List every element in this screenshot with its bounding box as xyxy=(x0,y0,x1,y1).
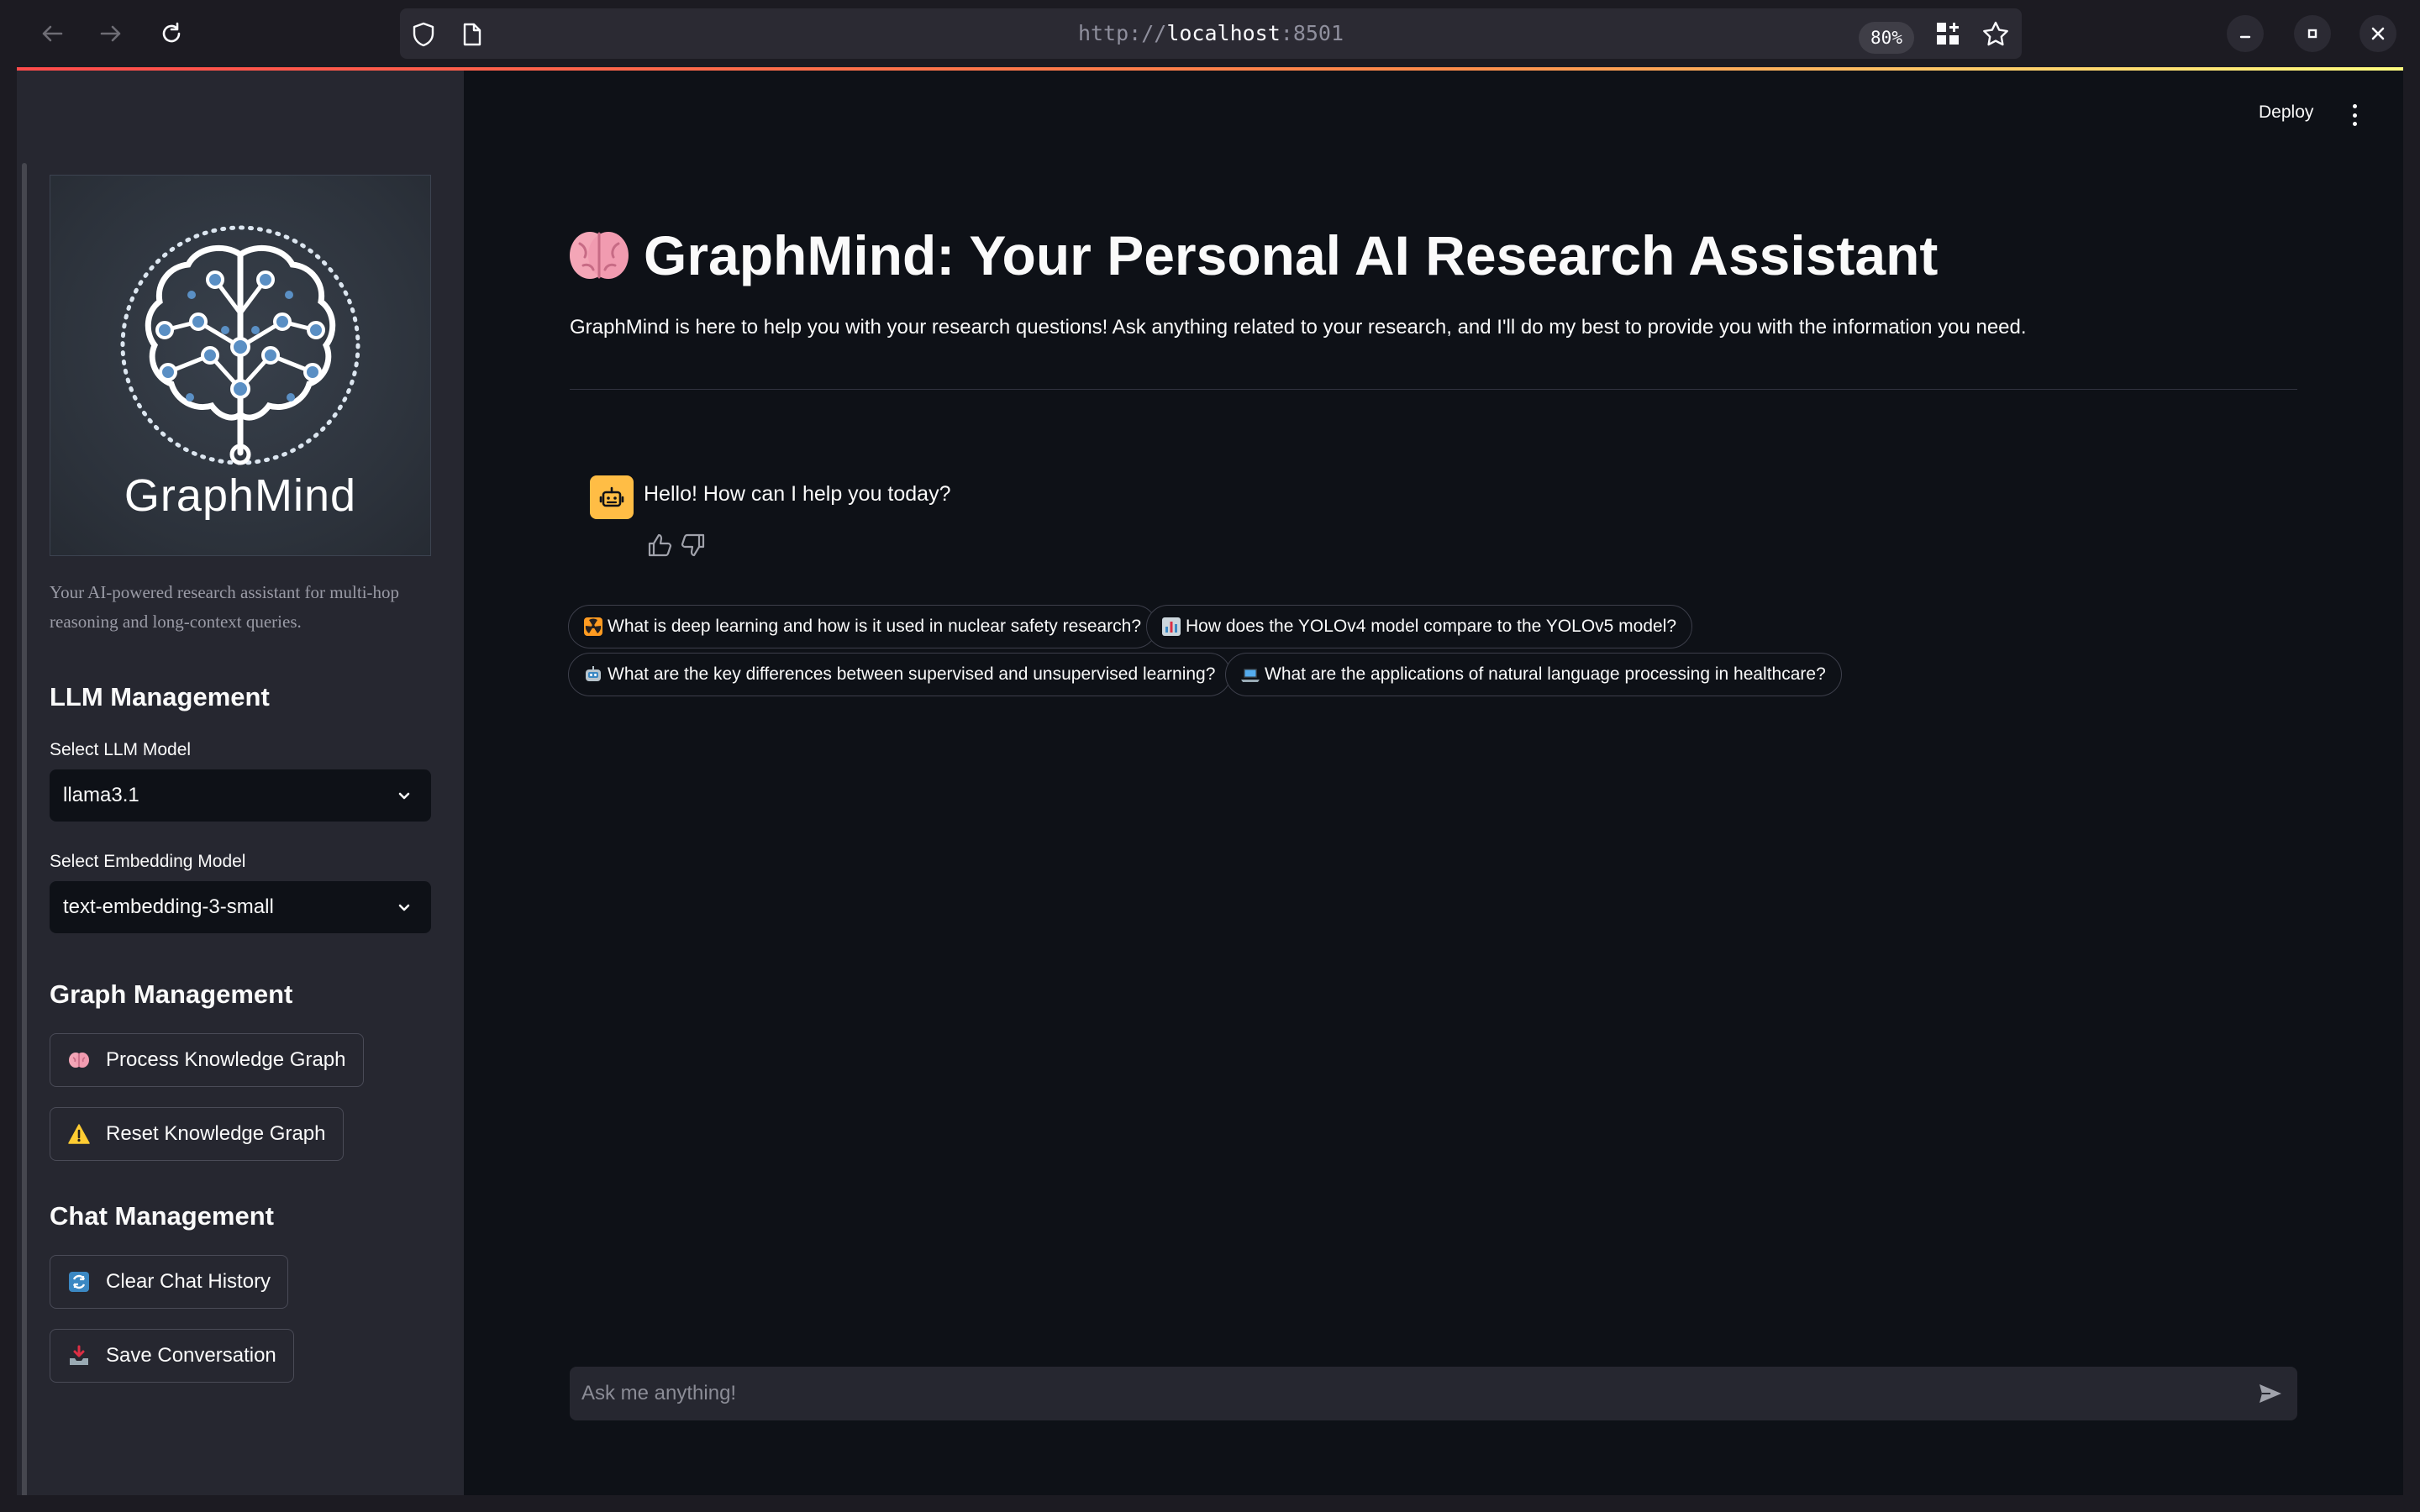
sidebar-scrollbar[interactable] xyxy=(22,163,27,1495)
suggestion-chip[interactable]: What is deep learning and how is it used… xyxy=(568,605,1158,648)
arrow-right-icon xyxy=(100,25,121,42)
bookmark-star-icon[interactable] xyxy=(1981,20,2010,49)
menu-dot xyxy=(2352,113,2357,118)
graph-management-heading: Graph Management xyxy=(50,979,293,1009)
process-knowledge-graph-button[interactable]: Process Knowledge Graph xyxy=(50,1033,364,1087)
page-title-row: GraphMind: Your Personal AI Research Ass… xyxy=(568,223,1938,287)
save-conversation-label: Save Conversation xyxy=(106,1344,276,1367)
minimize-button[interactable] xyxy=(2227,15,2264,52)
menu-dot xyxy=(2352,122,2357,126)
sidebar: GraphMind Your AI-powered research assis… xyxy=(17,71,464,1495)
embedding-model-label: Select Embedding Model xyxy=(50,852,246,871)
llm-model-select[interactable]: llama3.1 xyxy=(50,769,431,822)
assistant-avatar xyxy=(590,475,634,519)
llm-model-value: llama3.1 xyxy=(63,784,139,806)
llm-model-label: Select LLM Model xyxy=(50,740,192,759)
inbox-tray-icon xyxy=(67,1344,91,1368)
minimize-icon xyxy=(2239,35,2251,39)
send-icon[interactable] xyxy=(2257,1380,2284,1407)
refresh-icon xyxy=(67,1270,91,1294)
embedding-model-select[interactable]: text-embedding-3-small xyxy=(50,881,431,933)
suggestion-chip[interactable]: How does the YOLOv4 model compare to the… xyxy=(1146,605,1693,648)
reload-button[interactable] xyxy=(153,17,190,50)
url-text[interactable]: http://localhost:8501 xyxy=(400,8,2022,59)
assistant-message: Hello! How can I help you today? xyxy=(644,482,951,506)
zoom-badge[interactable]: 80% xyxy=(1859,22,1914,54)
warning-icon xyxy=(67,1122,91,1146)
bar-chart-icon xyxy=(1162,617,1181,636)
chat-input-placeholder: Ask me anything! xyxy=(581,1382,737,1404)
divider xyxy=(570,389,2297,390)
thumbs-up-button[interactable] xyxy=(645,531,674,559)
main-menu-button[interactable] xyxy=(2346,104,2363,126)
streamlit-app: GraphMind Your AI-powered research assis… xyxy=(17,67,2403,1495)
suggestion-chip[interactable]: What are the applications of natural lan… xyxy=(1225,653,1842,696)
brain-icon xyxy=(570,232,629,279)
page-intro: GraphMind is here to help you with your … xyxy=(570,316,2027,339)
suggestion-chip[interactable]: What are the key differences between sup… xyxy=(568,653,1232,696)
maximize-button[interactable] xyxy=(2294,15,2331,52)
close-window-button[interactable] xyxy=(2360,15,2396,52)
chevron-down-icon xyxy=(398,904,410,911)
deploy-button[interactable]: Deploy xyxy=(2259,102,2313,123)
chat-management-heading: Chat Management xyxy=(50,1201,274,1231)
chevron-down-icon xyxy=(398,792,410,800)
graphmind-logo: GraphMind xyxy=(50,175,431,556)
reset-knowledge-graph-label: Reset Knowledge Graph xyxy=(106,1122,326,1145)
url-port: :8501 xyxy=(1280,21,1344,45)
back-button[interactable] xyxy=(34,17,71,50)
arrow-left-icon xyxy=(42,25,63,42)
clear-chat-history-label: Clear Chat History xyxy=(106,1270,271,1293)
bot-icon xyxy=(599,486,624,507)
chat-input[interactable]: Ask me anything! xyxy=(570,1367,2297,1420)
brain-circuit-icon xyxy=(120,225,360,465)
thumbs-down-button[interactable] xyxy=(679,531,708,559)
forward-button[interactable] xyxy=(92,17,129,50)
brain-icon xyxy=(67,1048,91,1072)
thumbs-down-icon xyxy=(681,533,705,557)
suggestion-text: What is deep learning and how is it used… xyxy=(608,617,1142,636)
save-conversation-button[interactable]: Save Conversation xyxy=(50,1329,294,1383)
embedding-model-value: text-embedding-3-small xyxy=(63,895,274,918)
reload-icon xyxy=(162,22,181,43)
suggestion-text: What are the key differences between sup… xyxy=(608,664,1216,684)
browser-toolbar: http://localhost:8501 80% xyxy=(0,0,2420,67)
laptop-icon xyxy=(1241,665,1260,684)
close-icon xyxy=(2371,27,2385,40)
url-bar[interactable]: http://localhost:8501 80% xyxy=(400,8,2022,59)
llm-management-heading: LLM Management xyxy=(50,682,270,711)
thumbs-up-icon xyxy=(648,533,672,557)
page-title: GraphMind: Your Personal AI Research Ass… xyxy=(644,224,1939,286)
robot-icon xyxy=(584,665,602,684)
sidebar-description: Your AI-powered research assistant for m… xyxy=(50,582,400,632)
url-host: localhost xyxy=(1166,21,1281,45)
clear-chat-history-button[interactable]: Clear Chat History xyxy=(50,1255,289,1309)
logo-text: GraphMind xyxy=(124,470,357,521)
suggestion-text: What are the applications of natural lan… xyxy=(1265,664,1826,684)
radioactive-icon xyxy=(584,617,602,636)
reset-knowledge-graph-button[interactable]: Reset Knowledge Graph xyxy=(50,1107,344,1161)
suggestion-text: How does the YOLOv4 model compare to the… xyxy=(1186,617,1677,636)
extensions-icon[interactable] xyxy=(1934,20,1961,47)
maximize-icon xyxy=(2307,29,2317,39)
process-knowledge-graph-label: Process Knowledge Graph xyxy=(106,1048,346,1071)
url-scheme: http:// xyxy=(1077,21,1167,45)
menu-dot xyxy=(2352,104,2357,108)
